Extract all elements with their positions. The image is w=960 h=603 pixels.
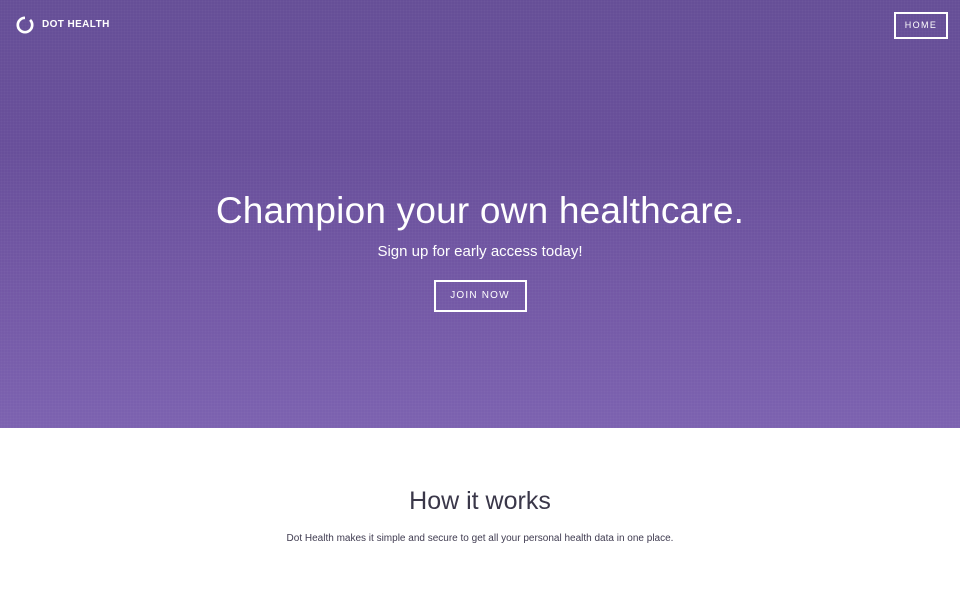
how-it-works-description: Dot Health makes it simple and secure to…	[286, 533, 674, 544]
home-button[interactable]: HOME	[894, 12, 948, 39]
top-navigation: DOT HEALTH HOME	[0, 0, 960, 52]
brand-link[interactable]: DOT HEALTH	[15, 15, 110, 35]
brand-name: DOT HEALTH	[42, 19, 110, 30]
hero-subtitle: Sign up for early access today!	[377, 243, 583, 260]
how-it-works-section: How it works Dot Health makes it simple …	[0, 428, 960, 603]
join-now-button[interactable]: JOIN NOW	[433, 280, 527, 312]
hero-title: Champion your own healthcare.	[215, 190, 745, 231]
how-it-works-title: How it works	[409, 487, 551, 515]
ring-logo-icon	[16, 16, 34, 34]
hero-section: DOT HEALTH HOME Champion your own health…	[0, 0, 960, 428]
hero-content: Champion your own healthcare. Sign up fo…	[0, 186, 960, 312]
